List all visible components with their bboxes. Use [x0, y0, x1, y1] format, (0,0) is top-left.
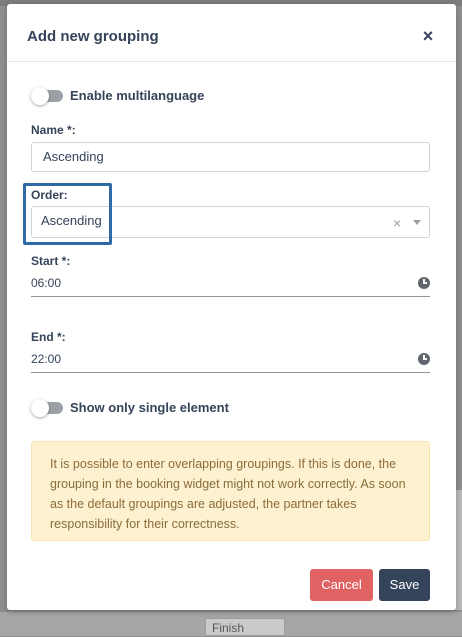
cancel-button[interactable]: Cancel — [310, 569, 373, 601]
clock-icon[interactable] — [418, 353, 430, 365]
end-time-value: 22:00 — [31, 352, 62, 366]
start-time-value: 06:00 — [31, 276, 62, 290]
toggle-knob — [31, 87, 49, 105]
name-label: Name *: — [31, 123, 76, 137]
name-input[interactable]: Ascending — [31, 142, 430, 172]
single-element-toggle[interactable] — [31, 399, 63, 417]
warning-text: It is possible to enter overlapping grou… — [50, 457, 406, 531]
end-label: End *: — [31, 330, 66, 344]
start-label: Start *: — [31, 254, 71, 268]
backdrop-finish-text: Finish — [212, 621, 245, 635]
overlap-warning-alert: It is possible to enter overlapping grou… — [31, 441, 430, 541]
add-grouping-dialog: Add new grouping × Enable multilanguage … — [7, 4, 456, 610]
dialog-title: Add new grouping — [27, 28, 159, 45]
start-time-input[interactable]: 06:00 — [31, 273, 430, 297]
clock-icon[interactable] — [418, 277, 430, 289]
multilanguage-label: Enable multilanguage — [70, 88, 205, 103]
order-highlight-frame — [23, 183, 112, 245]
clear-icon[interactable]: × — [393, 216, 401, 230]
multilanguage-toggle[interactable] — [31, 87, 63, 105]
end-time-input[interactable]: 22:00 — [31, 349, 430, 373]
backdrop-finish-field: Finish — [205, 618, 285, 636]
toggle-knob — [31, 399, 49, 417]
chevron-down-icon[interactable] — [413, 220, 421, 225]
dialog-header: Add new grouping × — [7, 4, 456, 62]
close-icon[interactable]: × — [420, 27, 436, 45]
single-element-label: Show only single element — [70, 400, 229, 415]
save-button[interactable]: Save — [379, 569, 430, 601]
